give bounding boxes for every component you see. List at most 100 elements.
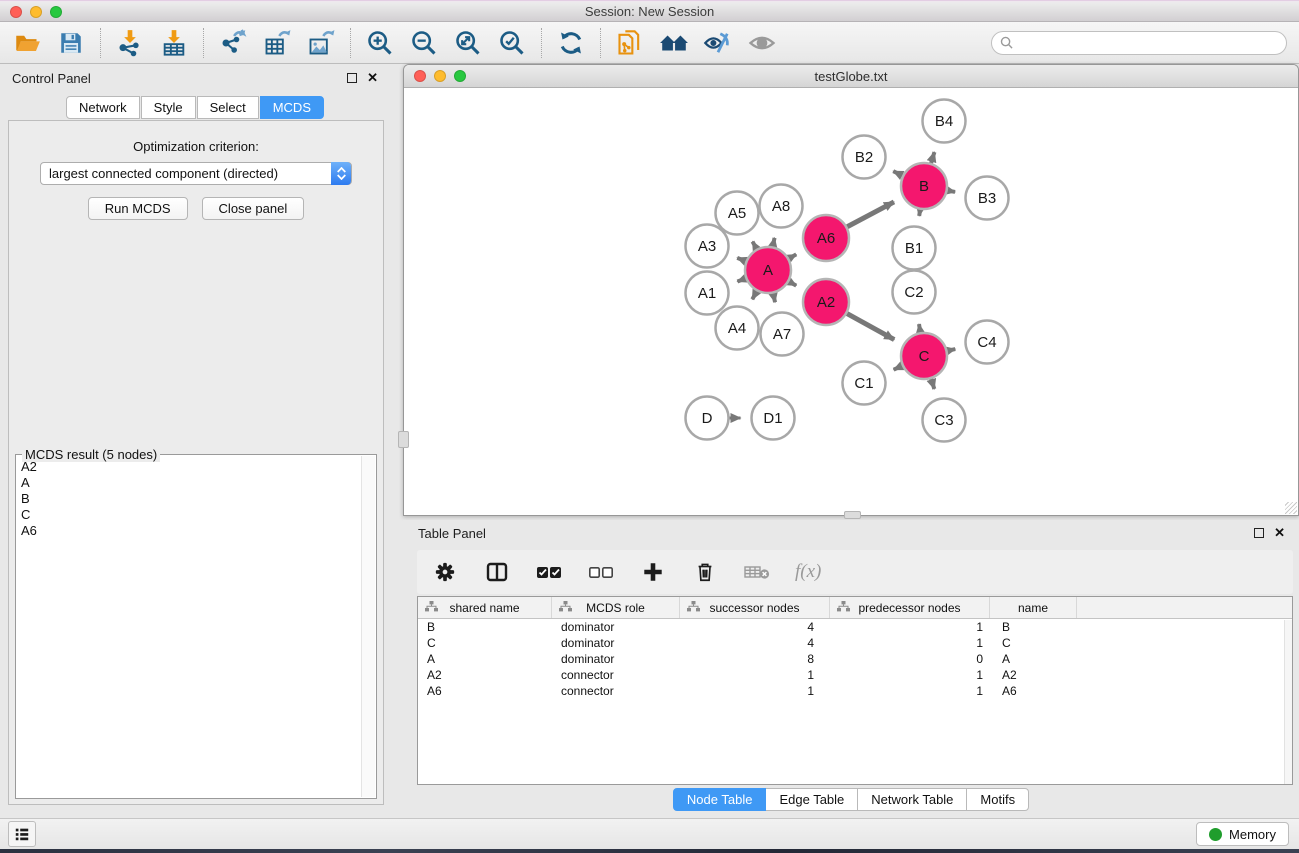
- result-item[interactable]: C: [17, 507, 361, 523]
- maximize-network-button[interactable]: [454, 70, 466, 82]
- search-input[interactable]: [1019, 35, 1278, 50]
- criterion-dropdown[interactable]: largest connected component (directed): [40, 162, 352, 185]
- export-image-icon[interactable]: [306, 28, 336, 58]
- tab-motifs[interactable]: Motifs: [967, 788, 1029, 811]
- delete-table-icon[interactable]: [743, 558, 771, 586]
- graph-edge-A-A1[interactable]: [737, 278, 745, 281]
- delete-column-icon[interactable]: [691, 558, 719, 586]
- splitter-handle-left[interactable]: [398, 431, 409, 448]
- deselect-all-icon[interactable]: [587, 558, 615, 586]
- add-column-icon[interactable]: [639, 558, 667, 586]
- list-icon: [14, 826, 30, 842]
- float-table-panel-icon[interactable]: [1254, 528, 1264, 538]
- graph-edge-A-A8[interactable]: [773, 238, 775, 247]
- result-item[interactable]: B: [17, 491, 361, 507]
- maximize-window-button[interactable]: [50, 6, 62, 18]
- table-row[interactable]: Adominator80A: [418, 651, 1292, 667]
- graph-node-label: C3: [934, 412, 953, 429]
- graph-edge-A-A6[interactable]: [789, 254, 796, 258]
- close-table-panel-icon[interactable]: ✕: [1274, 528, 1285, 538]
- export-network-icon[interactable]: [218, 28, 248, 58]
- network-window-controls: [414, 70, 466, 82]
- graph-edge-A2-C[interactable]: [847, 314, 894, 340]
- graph-node-label: C: [919, 348, 930, 365]
- graph-edge-B-B3[interactable]: [948, 190, 955, 191]
- table-tabs: Node Table Edge Table Network Table Moti…: [403, 788, 1299, 811]
- table-row[interactable]: Cdominator41C: [418, 635, 1292, 651]
- graph-edge-C-C2[interactable]: [919, 324, 920, 332]
- toolbar-separator: [100, 28, 101, 58]
- table-cell: dominator: [552, 635, 680, 651]
- zoom-selected-icon[interactable]: [497, 28, 527, 58]
- table-row[interactable]: A2connector11A2: [418, 667, 1292, 683]
- zoom-out-icon[interactable]: [409, 28, 439, 58]
- minimize-window-button[interactable]: [30, 6, 42, 18]
- result-item[interactable]: A: [17, 475, 361, 491]
- float-panel-icon[interactable]: [347, 73, 357, 83]
- graph-edge-A-A5[interactable]: [753, 242, 757, 249]
- column-header-mcds-role[interactable]: MCDS role: [552, 597, 680, 618]
- graph-edge-A6-B[interactable]: [847, 202, 894, 227]
- tab-network[interactable]: Network: [66, 96, 140, 119]
- tab-select[interactable]: Select: [197, 96, 259, 119]
- graph-edge-A-A3[interactable]: [737, 258, 745, 261]
- tab-mcds[interactable]: MCDS: [260, 96, 324, 119]
- import-table-icon[interactable]: [159, 28, 189, 58]
- tab-network-table[interactable]: Network Table: [858, 788, 967, 811]
- hide-graphics-icon[interactable]: [703, 28, 733, 58]
- zoom-fit-icon[interactable]: [453, 28, 483, 58]
- show-graphics-icon[interactable]: [747, 28, 777, 58]
- close-network-button[interactable]: [414, 70, 426, 82]
- network-canvas[interactable]: B4B2BB3A8A5A6A3B1AA1C2A2A4A7C4CC1C3DD1: [404, 88, 1298, 515]
- memory-button[interactable]: Memory: [1196, 822, 1289, 846]
- graph-edge-A-A2[interactable]: [789, 282, 796, 286]
- zoom-in-icon[interactable]: [365, 28, 395, 58]
- minimize-network-button[interactable]: [434, 70, 446, 82]
- column-header-shared-name[interactable]: shared name: [418, 597, 552, 618]
- graph-edge-A-A7[interactable]: [773, 293, 775, 302]
- toolbar-separator: [600, 28, 601, 58]
- graph-edge-B-B4[interactable]: [931, 152, 934, 163]
- column-type-icon: [425, 601, 438, 612]
- apply-function-icon[interactable]: f(x): [795, 561, 821, 583]
- network-window-titlebar[interactable]: testGlobe.txt: [404, 65, 1298, 88]
- result-item[interactable]: A2: [17, 459, 361, 475]
- graph-node-label: B2: [855, 149, 873, 166]
- result-item[interactable]: A6: [17, 523, 361, 539]
- graph-edge-C-C4[interactable]: [947, 349, 955, 351]
- window-resize-grip[interactable]: [1285, 502, 1297, 514]
- mcds-result-scrollbar[interactable]: [361, 456, 375, 797]
- close-panel-icon[interactable]: ✕: [367, 73, 378, 83]
- graph-edge-A-A4[interactable]: [752, 291, 756, 299]
- home-view-icon[interactable]: [659, 28, 689, 58]
- show-panels-button[interactable]: [8, 821, 36, 847]
- table-row[interactable]: Bdominator41B: [418, 619, 1292, 635]
- graph-edge-C-C1[interactable]: [894, 366, 902, 370]
- tab-style[interactable]: Style: [141, 96, 196, 119]
- settings-gear-icon[interactable]: [431, 558, 459, 586]
- splitter-handle-bottom[interactable]: [844, 511, 861, 519]
- close-window-button[interactable]: [10, 6, 22, 18]
- open-session-icon[interactable]: [12, 28, 42, 58]
- save-session-icon[interactable]: [56, 28, 86, 58]
- tab-node-table[interactable]: Node Table: [673, 788, 767, 811]
- select-all-icon[interactable]: [535, 558, 563, 586]
- graph-edge-B-B2[interactable]: [893, 171, 902, 175]
- run-mcds-button[interactable]: Run MCDS: [88, 197, 188, 220]
- tab-edge-table[interactable]: Edge Table: [766, 788, 858, 811]
- export-table-icon[interactable]: [262, 28, 292, 58]
- table-scrollbar[interactable]: [1284, 620, 1292, 784]
- import-network-icon[interactable]: [115, 28, 145, 58]
- search-field[interactable]: [991, 31, 1287, 55]
- column-view-icon[interactable]: [483, 558, 511, 586]
- graph-edge-B-B1[interactable]: [919, 210, 920, 216]
- column-header-name[interactable]: name: [990, 597, 1077, 618]
- graph-edge-C-C3[interactable]: [931, 379, 934, 389]
- column-header-predecessor-nodes[interactable]: predecessor nodes: [830, 597, 990, 618]
- close-panel-button[interactable]: Close panel: [202, 197, 305, 220]
- table-row[interactable]: A6connector11A6: [418, 683, 1292, 699]
- table-cell: C: [418, 635, 552, 651]
- column-header-successor-nodes[interactable]: successor nodes: [680, 597, 830, 618]
- refresh-network-icon[interactable]: [556, 28, 586, 58]
- open-session-file-icon[interactable]: [615, 28, 645, 58]
